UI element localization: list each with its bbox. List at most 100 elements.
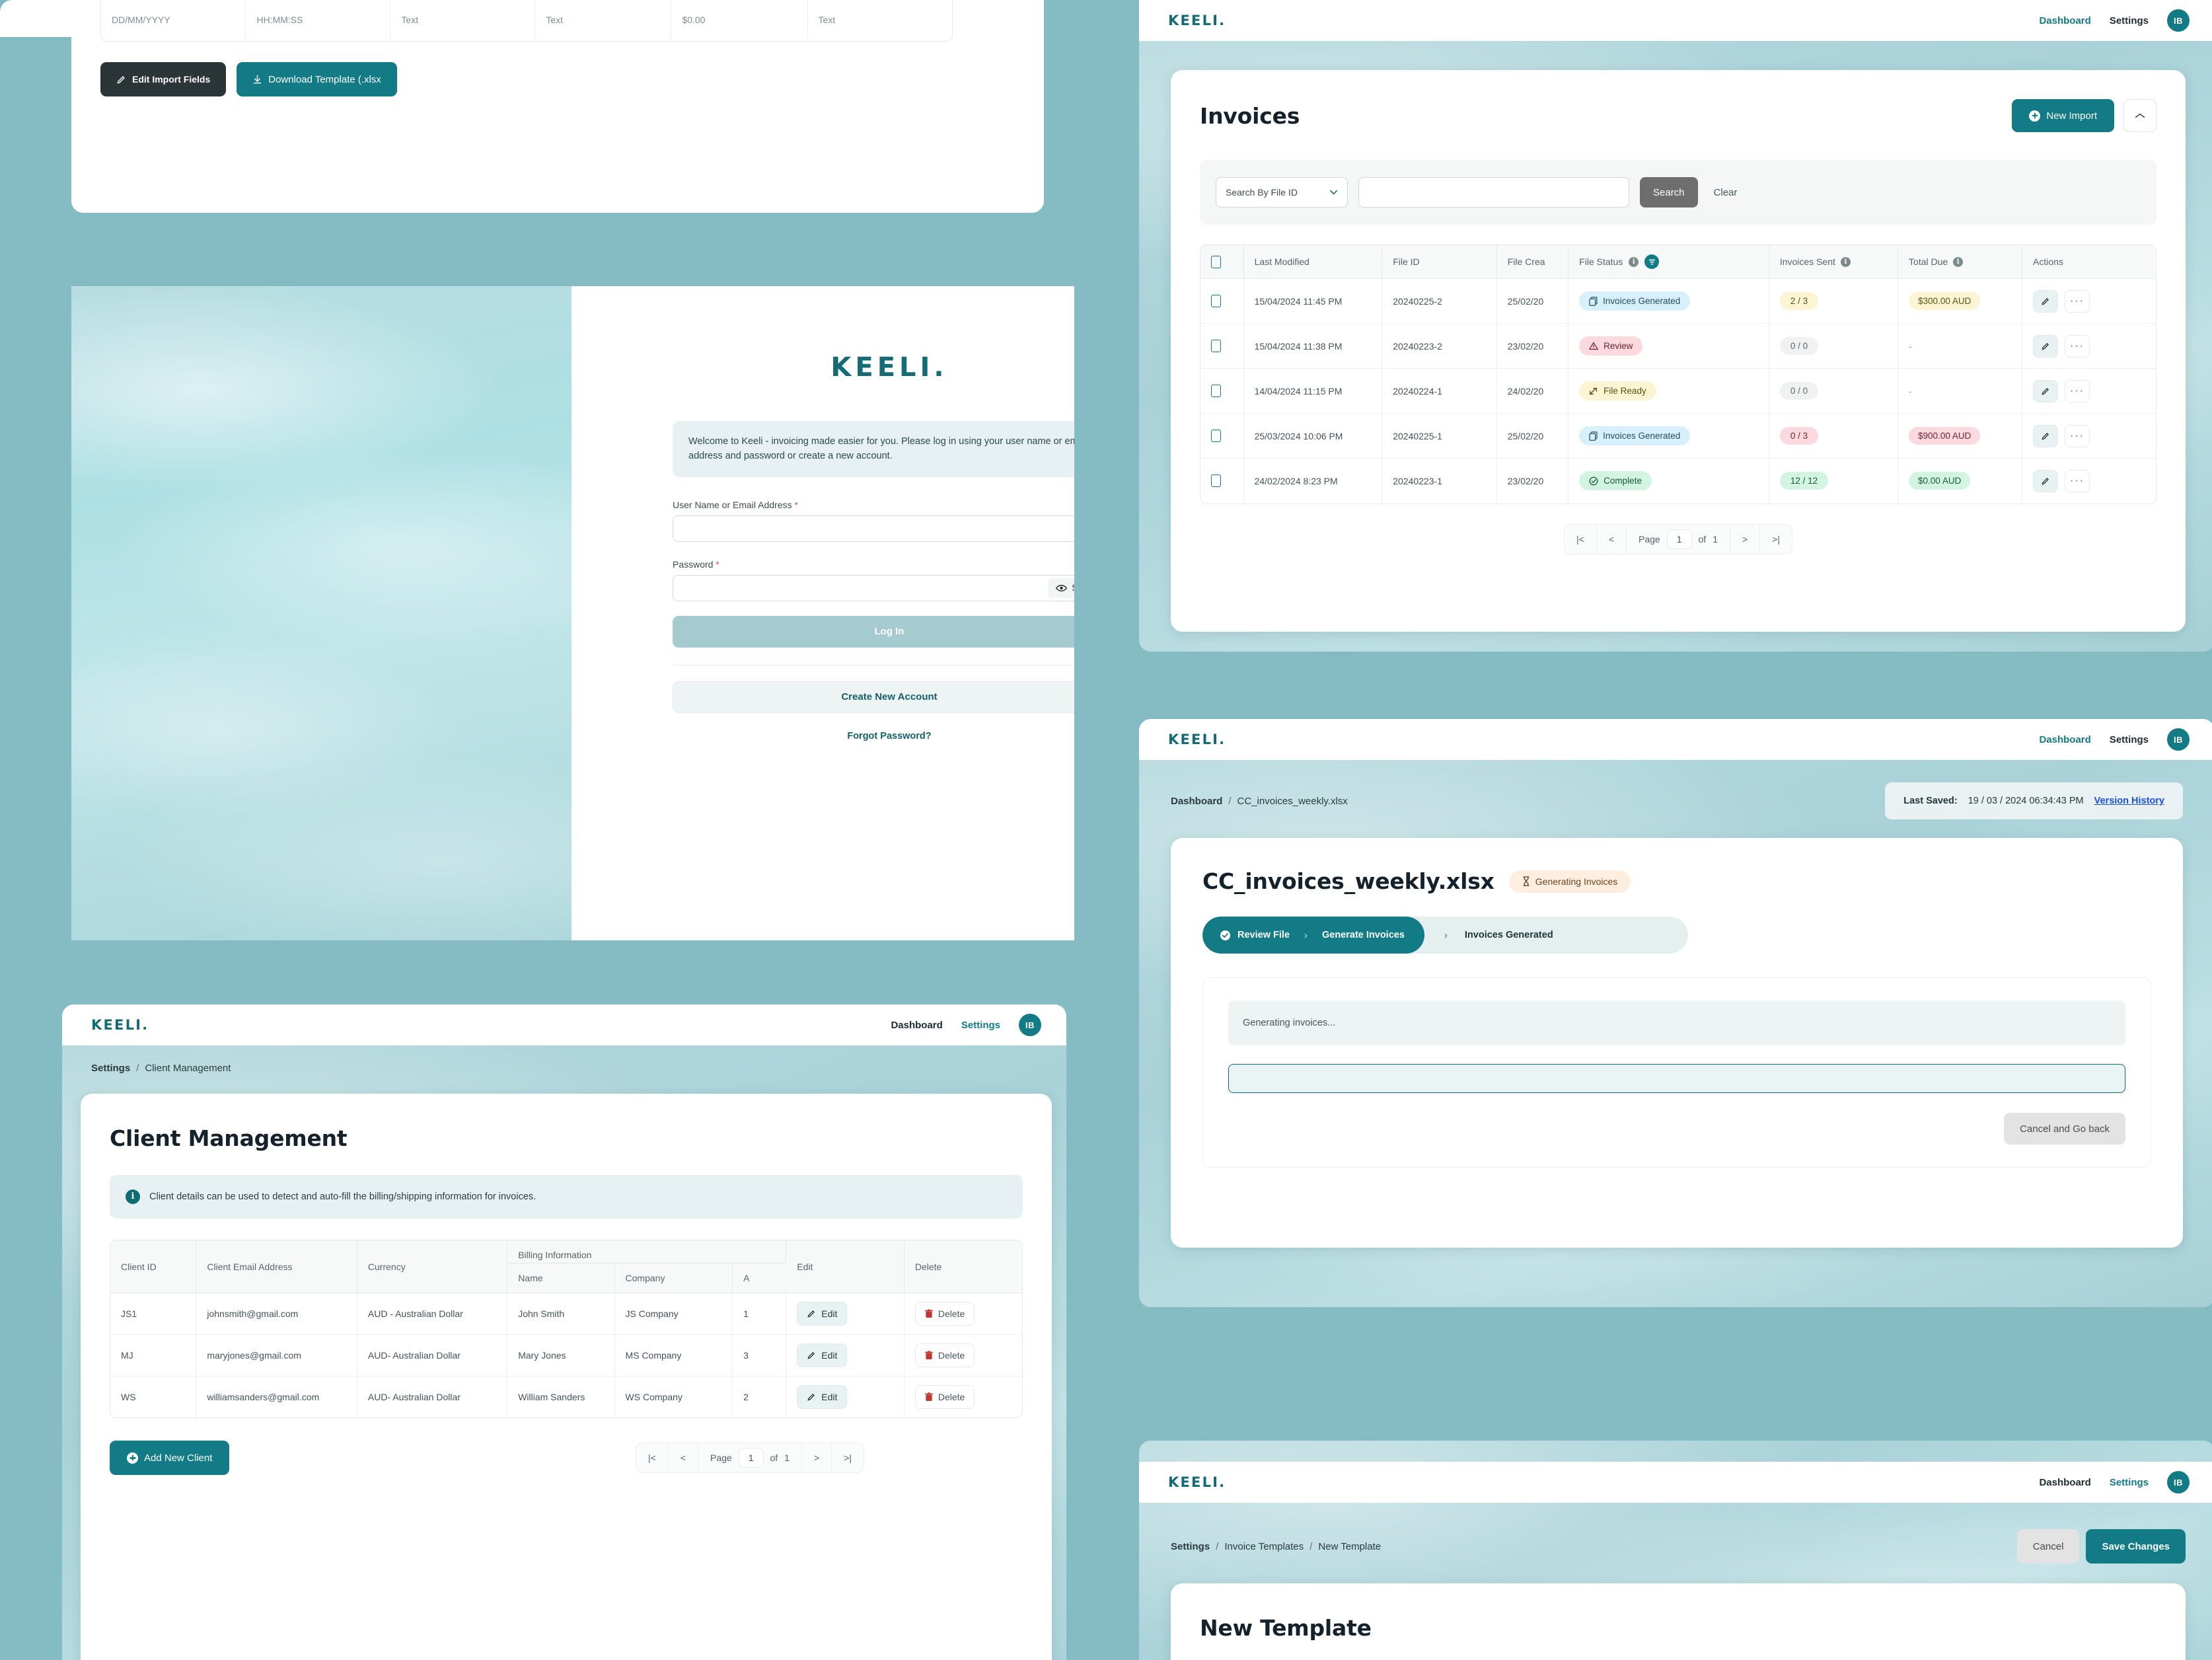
col-billing-information: Billing Information [507,1240,787,1264]
username-input[interactable] [673,515,1074,542]
login-welcome-note: Welcome to Keeli - invoicing made easier… [673,421,1074,477]
pager-page-field: Page 1 of 1 [1627,524,1730,554]
nav-settings[interactable]: Settings [961,1020,1000,1031]
breadcrumb-invoice-templates[interactable]: Invoice Templates [1224,1541,1304,1552]
avatar[interactable]: IB [2167,728,2190,751]
forgot-password-link[interactable]: Forgot Password? [847,731,931,741]
row-more-button[interactable]: ··· [2065,469,2090,492]
chevron-right-icon: › [1444,929,1448,941]
row-checkbox[interactable] [1211,295,1221,307]
nav-dashboard[interactable]: Dashboard [2039,1477,2090,1488]
step-review-file[interactable]: Review File › Generate Invoices [1202,917,1424,954]
row-edit-button[interactable] [2033,469,2058,492]
row-edit-button[interactable] [2033,379,2058,402]
cancel-and-go-back-button[interactable]: Cancel and Go back [2004,1113,2125,1145]
edit-import-fields-button[interactable]: Edit Import Fields [100,62,227,96]
pager-prev[interactable]: < [669,1443,699,1473]
pager-page-field: Page 1 of 1 [698,1443,802,1473]
log-in-button[interactable]: Log In [673,615,1074,648]
row-checkbox[interactable] [1211,474,1221,488]
step-invoices-generated[interactable]: › Invoices Generated [1424,917,1573,954]
status-badge-label: Generating Invoices [1535,876,1618,887]
row-more-button[interactable]: ··· [2065,379,2090,402]
row-more-button[interactable]: ··· [2065,334,2090,358]
avatar[interactable]: IB [2167,1471,2190,1493]
last-saved-label: Last Saved: [1903,796,1958,806]
cell-client-id: Text [535,0,672,41]
show-password-toggle[interactable]: Show [1048,578,1074,598]
breadcrumb-dashboard[interactable]: Dashboard [1171,796,1222,807]
hourglass-icon [1523,876,1530,886]
search-field-select[interactable]: Search By File ID [1216,177,1348,208]
avatar[interactable]: IB [2167,9,2190,32]
filter-icon[interactable] [1644,254,1660,269]
table-row: 14/04/2024 11:15 PM 20240224-1 24/02/20 … [1200,368,2156,414]
pager-next[interactable]: > [1730,524,1761,554]
delete-button[interactable]: Delete [914,1343,975,1368]
nav-dashboard[interactable]: Dashboard [891,1020,942,1031]
row-edit-button[interactable] [2033,424,2058,447]
edit-button[interactable]: Edit [797,1302,848,1326]
nav-settings[interactable]: Settings [2110,1477,2149,1488]
app-header: KEELI. Dashboard Settings IB [1139,719,2212,760]
log-in-label: Log In [874,626,904,638]
pager-page-input[interactable]: 1 [1666,529,1692,549]
table-row: 15/04/2024 11:45 PM 20240225-2 25/02/20 … [1200,278,2156,324]
cell-select [1200,278,1244,324]
table-row: 25/03/2024 10:06 PM 20240225-1 25/02/20 … [1200,413,2156,459]
pager-last[interactable]: >| [1760,525,1792,554]
search-input[interactable] [1358,177,1629,208]
breadcrumb-new-template: New Template [1318,1540,1382,1552]
new-import-button[interactable]: New Import [2012,99,2114,132]
pager-next[interactable]: > [802,1443,832,1473]
clear-button[interactable]: Clear [1714,187,1738,198]
pager-first[interactable]: |< [1565,524,1597,554]
row-more-button[interactable]: ··· [2065,424,2090,447]
edit-button[interactable]: Edit [797,1343,848,1368]
row-checkbox[interactable] [1211,340,1221,352]
row-edit-button[interactable] [2033,334,2058,358]
info-icon[interactable]: i [1629,256,1639,267]
download-template-button[interactable]: Download Template (.xlsx [237,62,397,96]
nav-settings[interactable]: Settings [2110,734,2149,745]
nav-dashboard[interactable]: Dashboard [2039,734,2090,745]
nav-dashboard[interactable]: Dashboard [2039,15,2090,26]
avatar[interactable]: IB [1019,1014,1041,1036]
cell-client-id: WS [110,1376,197,1418]
cell-address: 1 [732,1293,787,1336]
nav-settings[interactable]: Settings [2110,15,2149,26]
row-checkbox[interactable] [1211,430,1221,442]
pager-page-input[interactable]: 1 [738,1448,764,1468]
breadcrumb-settings[interactable]: Settings [91,1063,130,1074]
create-new-account-button[interactable]: Create New Account [673,681,1074,713]
add-new-client-button[interactable]: Add New Client [110,1441,230,1476]
pager-first[interactable]: |< [636,1443,669,1473]
save-changes-button[interactable]: Save Changes [2086,1529,2186,1564]
warning-icon [1589,342,1599,350]
chevron-down-icon [1329,190,1338,195]
pager-last[interactable]: >| [832,1443,864,1472]
row-edit-button[interactable] [2033,289,2058,313]
delete-button[interactable]: Delete [914,1302,975,1326]
version-history-link[interactable]: Version History [2094,796,2164,806]
edit-button[interactable]: Edit [797,1385,848,1410]
row-more-button[interactable]: ··· [2065,289,2090,313]
select-all-checkbox[interactable] [1211,255,1221,268]
breadcrumb-settings[interactable]: Settings [1171,1541,1210,1552]
row-checkbox[interactable] [1211,385,1221,397]
cell-actions: ··· [2022,459,2157,504]
password-input[interactable] [673,574,1074,601]
delete-button[interactable]: Delete [914,1385,975,1410]
search-button[interactable]: Search [1640,177,1698,208]
info-icon[interactable]: i [1953,256,1964,267]
pager-prev[interactable]: < [1597,524,1627,554]
collapse-toggle-button[interactable] [2123,99,2157,132]
share-icon [1590,387,1598,395]
breadcrumb-separator: / [1228,795,1232,807]
info-icon[interactable]: i [1840,256,1851,267]
add-new-client-label: Add New Client [144,1452,213,1464]
col-name: Name [507,1263,615,1294]
cell-email: johnsmith@gmail.com [196,1293,357,1336]
col-invoices-sent: Invoices Sent i [1769,245,1899,279]
cancel-button[interactable]: Cancel [2016,1529,2080,1564]
